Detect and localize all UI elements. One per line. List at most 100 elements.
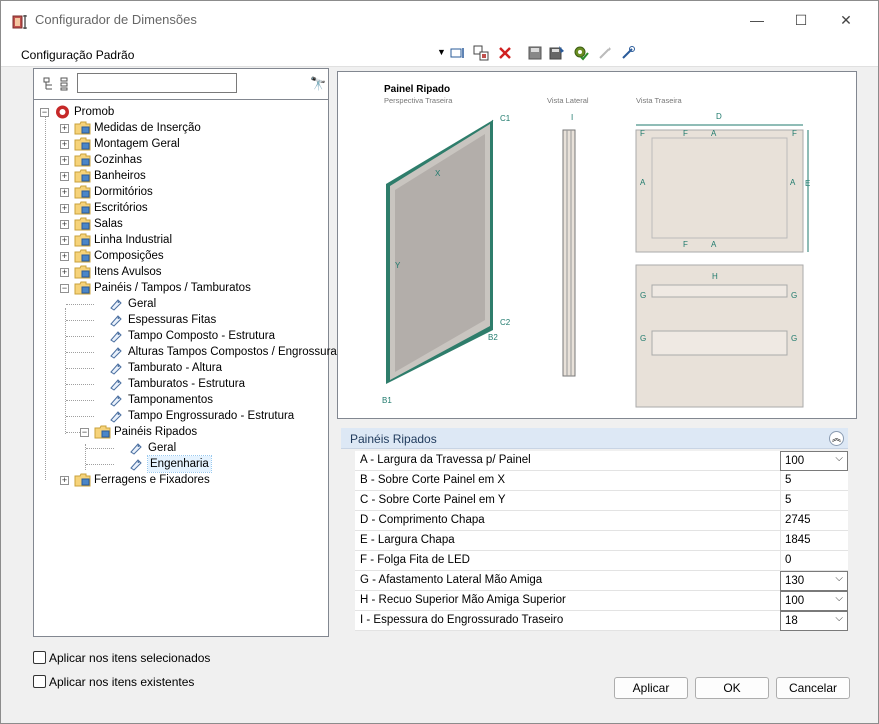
expand-toggle-icon[interactable]: + (60, 124, 69, 133)
lateral-view: I (562, 113, 576, 377)
setting-leaf-icon (128, 457, 144, 471)
tree-node-label: Banheiros (94, 170, 146, 182)
property-value-field[interactable]: 100 ⌵ (780, 451, 848, 471)
property-value-field[interactable]: 18 ⌵ (780, 611, 848, 631)
property-row: G - Afastamento Lateral Mão Amiga 130 ⌵ (355, 571, 848, 591)
expand-toggle-icon[interactable]: + (60, 236, 69, 245)
config-dropdown-arrow[interactable]: ▼ (437, 47, 446, 57)
setting-leaf-icon (108, 393, 124, 407)
svg-text:F: F (683, 240, 688, 249)
property-name: E - Largura Chapa (360, 534, 455, 546)
property-row: B - Sobre Corte Painel em X 5 (355, 471, 848, 491)
tree-node-label: Tamburatos - Estrutura (128, 378, 245, 390)
property-value-field[interactable]: 100 ⌵ (780, 591, 848, 611)
expand-toggle-icon[interactable]: + (60, 140, 69, 149)
tree-node-label: Cozinhas (94, 154, 142, 166)
expand-all-icon[interactable] (43, 77, 57, 91)
chevron-down-icon[interactable]: ⌵ (835, 573, 843, 584)
svg-text:C2: C2 (500, 318, 511, 327)
config-tree: − Promob + Medidas de Inserção + Montagem G… (34, 99, 350, 637)
tree-node-label: Composições (94, 250, 164, 262)
property-name: F - Folga Fita de LED (360, 554, 470, 566)
expand-toggle-icon[interactable]: − (80, 428, 89, 437)
collapse-up-icon[interactable]: ︽ (829, 431, 844, 446)
folder-icon (74, 153, 91, 167)
svg-text:G: G (640, 291, 646, 300)
property-value-field[interactable]: 5 (780, 491, 848, 511)
title-bar: Configurador de Dimensões — ☐ ✕ (1, 1, 878, 39)
tree-node-label: Tampo Composto - Estrutura (128, 330, 276, 342)
apply-selected-checkbox[interactable]: Aplicar nos itens selecionados (33, 651, 210, 665)
preview-panel: Painel Ripado Perspectiva Traseira Vista… (337, 71, 857, 419)
tree-node-label: Escritórios (94, 202, 148, 214)
svg-text:F: F (683, 129, 688, 138)
toolbar: Configuração Padrão ▼ (1, 39, 878, 67)
svg-text:G: G (791, 334, 797, 343)
close-button[interactable]: ✕ (824, 7, 868, 33)
tree-node-label: Engenharia (147, 455, 212, 473)
property-row: C - Sobre Corte Painel em Y 5 (355, 491, 848, 511)
tree-node-label: Montagem Geral (94, 138, 180, 150)
properties-header[interactable]: Painéis Ripados ︽ (341, 428, 848, 449)
property-value-field[interactable]: 1845 (780, 531, 848, 551)
window-title: Configurador de Dimensões (35, 12, 197, 27)
expand-toggle-icon[interactable]: + (60, 252, 69, 261)
ok-button[interactable]: OK (695, 677, 769, 699)
svg-text:G: G (791, 291, 797, 300)
property-value-field[interactable]: 0 (780, 551, 848, 571)
save-as-icon[interactable] (549, 45, 565, 61)
folder-icon (74, 249, 91, 263)
tree-search-input[interactable] (77, 73, 237, 93)
collapse-all-icon[interactable] (58, 77, 72, 91)
expand-toggle-icon[interactable]: + (60, 268, 69, 277)
expand-toggle-icon[interactable]: + (60, 156, 69, 165)
checkbox-label: Aplicar nos itens existentes (49, 675, 195, 689)
property-value-field[interactable]: 2745 (780, 511, 848, 531)
export-icon[interactable] (620, 45, 636, 61)
expand-toggle-icon[interactable]: + (60, 204, 69, 213)
copy-config-icon[interactable] (473, 45, 489, 61)
expand-toggle-icon[interactable]: + (60, 476, 69, 485)
svg-text:D: D (716, 112, 722, 121)
settings-check-icon[interactable] (573, 45, 589, 61)
folder-icon (74, 265, 91, 279)
rename-icon[interactable] (450, 45, 466, 61)
svg-text:Y: Y (395, 261, 401, 270)
setting-leaf-icon (108, 329, 124, 343)
svg-text:X: X (435, 169, 441, 178)
property-row: A - Largura da Travessa p/ Painel 100 ⌵ (355, 451, 848, 471)
cancel-button[interactable]: Cancelar (776, 677, 850, 699)
tree-node-label: Medidas de Inserção (94, 122, 201, 134)
maximize-button[interactable]: ☐ (779, 7, 823, 33)
import-icon[interactable] (597, 45, 613, 61)
diagram-title: Painel Ripado (384, 84, 450, 95)
checkbox-box[interactable] (33, 675, 46, 688)
minimize-button[interactable]: — (735, 7, 779, 33)
property-value-field[interactable]: 5 (780, 471, 848, 491)
checkbox-box[interactable] (33, 651, 46, 664)
property-value-field[interactable]: 130 ⌵ (780, 571, 848, 591)
property-name: D - Comprimento Chapa (360, 514, 485, 526)
delete-icon[interactable] (497, 45, 513, 61)
chevron-down-icon[interactable]: ⌵ (835, 453, 843, 464)
chevron-down-icon[interactable]: ⌵ (835, 613, 843, 624)
apply-button[interactable]: Aplicar (614, 677, 688, 699)
expand-toggle-icon[interactable]: + (60, 220, 69, 229)
expand-toggle-icon[interactable]: + (60, 188, 69, 197)
tree-node-label: Painéis Ripados (114, 426, 198, 438)
svg-text:B1: B1 (382, 396, 392, 405)
save-icon[interactable] (527, 45, 543, 61)
setting-leaf-icon (108, 409, 124, 423)
property-name: B - Sobre Corte Painel em X (360, 474, 506, 486)
expand-toggle-icon[interactable]: + (60, 172, 69, 181)
svg-text:A: A (790, 178, 796, 187)
app-icon (12, 15, 27, 29)
apply-existing-checkbox[interactable]: Aplicar nos itens existentes (33, 675, 194, 689)
property-row: I - Espessura do Engrossurado Traseiro 18… (355, 611, 848, 631)
chevron-down-icon[interactable]: ⌵ (835, 593, 843, 604)
binoculars-icon[interactable]: 🔭 (310, 76, 326, 92)
property-row: E - Largura Chapa 1845 (355, 531, 848, 551)
config-select[interactable]: Configuração Padrão (21, 48, 134, 62)
svg-text:H: H (712, 272, 718, 281)
expand-toggle-icon[interactable]: − (60, 284, 69, 293)
